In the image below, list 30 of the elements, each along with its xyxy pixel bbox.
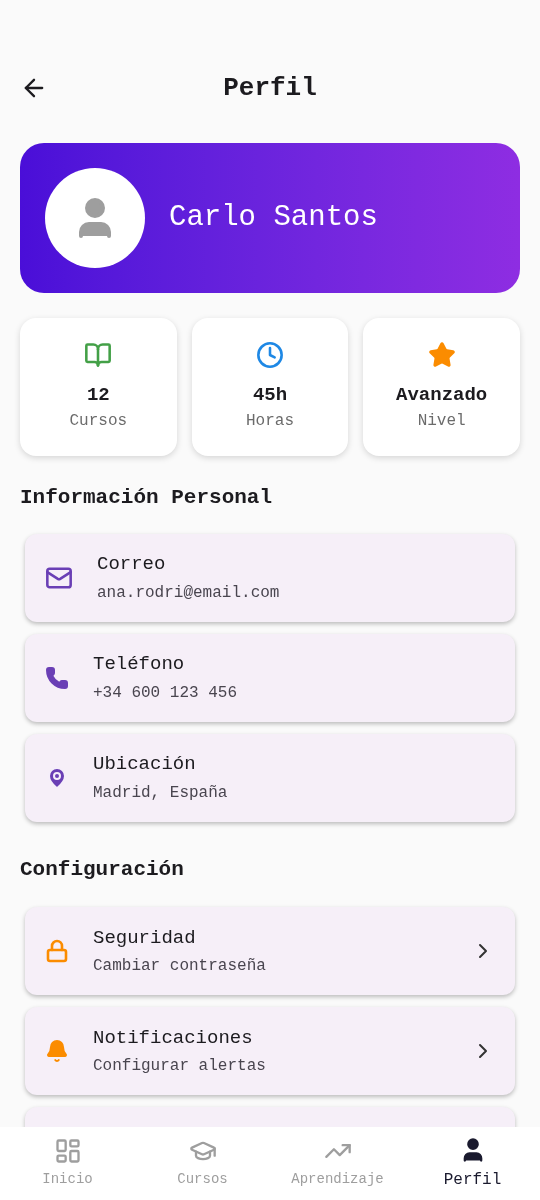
info-value: ana.rodri@email.com — [97, 582, 281, 604]
stat-label: Horas — [246, 411, 294, 433]
section-title: Configuración — [20, 856, 185, 883]
info-value: +34 600 123 456 — [93, 682, 239, 704]
profile-name: Carlo Santos — [169, 200, 378, 237]
stat-value: 12 — [86, 382, 110, 408]
stat-value: Avanzado — [396, 382, 488, 408]
book-icon — [84, 340, 113, 369]
stat-label: Nivel — [417, 411, 466, 433]
stat-value: 45h — [252, 382, 288, 408]
section-title: Información Personal — [20, 485, 274, 511]
info-value: Configurar alertas — [93, 1056, 267, 1078]
info-card[interactable]: Notificaciones Configurar alertas — [25, 1007, 515, 1095]
info-value: Madrid, España — [93, 782, 229, 804]
star-icon — [427, 340, 456, 369]
bell-icon — [45, 1039, 69, 1063]
info-label: Ubicación — [93, 752, 197, 778]
info-label: Teléfono — [93, 652, 186, 678]
clock-icon — [256, 340, 284, 369]
lock-icon — [45, 939, 69, 963]
phone-icon — [45, 665, 69, 690]
info-card[interactable]: Seguridad Cambiar contraseña — [25, 907, 515, 995]
info-label: Notificaciones — [93, 1025, 254, 1051]
stat-label: Cursos — [69, 411, 128, 433]
nav-item[interactable]: Perfil — [405, 1127, 540, 1200]
info-label: Correo — [97, 552, 167, 578]
page-title: Perfil — [223, 71, 317, 105]
info-label: Seguridad — [93, 925, 197, 951]
dashboard-icon — [53, 1137, 82, 1165]
info-value: Cambiar contraseña — [93, 956, 267, 978]
